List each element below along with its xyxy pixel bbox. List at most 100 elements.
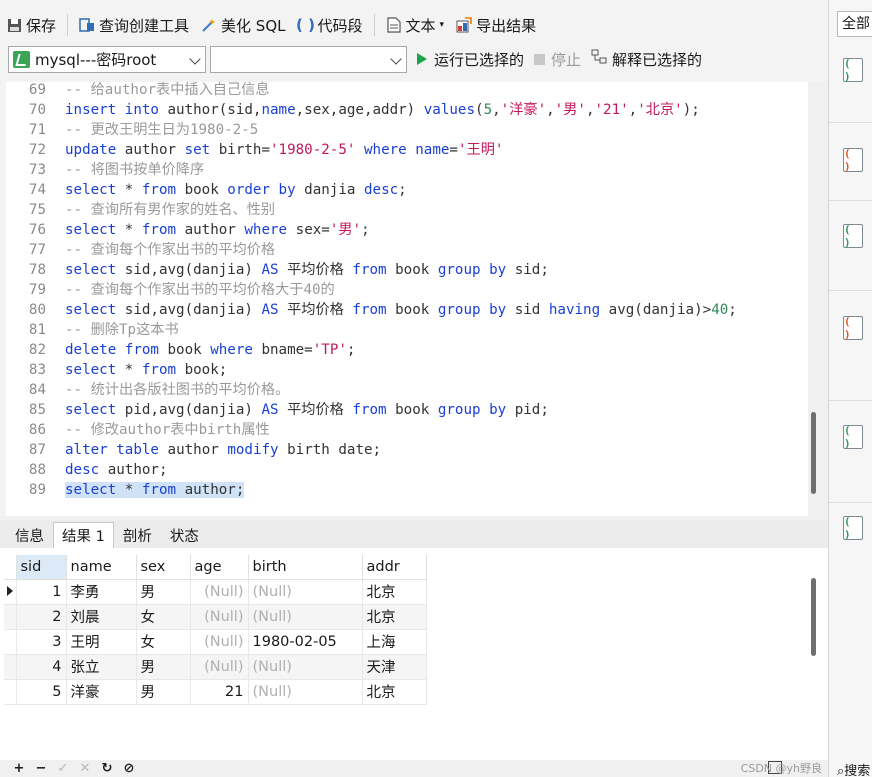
result-tab[interactable]: 剖析: [114, 522, 161, 548]
snippet-divider: [829, 122, 872, 123]
stop-button[interactable]: 停止: [534, 49, 581, 70]
result-tab[interactable]: 状态: [161, 522, 208, 548]
column-header[interactable]: sid: [16, 555, 67, 580]
run-selected-button[interactable]: 运行已选择的: [417, 49, 524, 70]
table-row[interactable]: 5 洋豪男 21 (Null) 北京: [4, 679, 427, 705]
grid-cell[interactable]: 男: [136, 579, 191, 605]
result-tab[interactable]: 结果 1: [53, 522, 114, 548]
grid-cell[interactable]: 5: [16, 679, 67, 705]
code-line[interactable]: 71 -- 更改王明生日为1980-2-5: [6, 120, 258, 140]
table-row[interactable]: 1 李勇男 (Null) (Null) 北京: [4, 579, 427, 605]
column-header[interactable]: birth: [248, 555, 363, 580]
export-result-button[interactable]: 导出结果: [450, 11, 542, 39]
code-line[interactable]: 74 select * from book order by danjia des…: [6, 180, 407, 200]
grid-cell[interactable]: (Null): [248, 679, 363, 705]
code-line[interactable]: 89 select * from author;: [6, 480, 245, 500]
snippet-search[interactable]: ⌕搜索: [837, 760, 870, 777]
column-header[interactable]: sex: [136, 555, 191, 580]
code-line[interactable]: 75 -- 查询所有男作家的姓名、性别: [6, 200, 275, 220]
editor-scrollbar[interactable]: [811, 412, 816, 494]
save-button[interactable]: 保存: [0, 11, 62, 39]
grid-cell[interactable]: 张立: [66, 654, 137, 680]
connection-select[interactable]: mysql---密码root: [8, 45, 206, 73]
code-line[interactable]: 87 alter table author modify birth date;: [6, 440, 381, 460]
grid-cell[interactable]: 3: [16, 629, 67, 655]
code-line[interactable]: 69 -- 给author表中插入自己信息: [6, 80, 270, 100]
line-number: 74: [28, 182, 46, 198]
grid-cell[interactable]: 4: [16, 654, 67, 680]
beautify-sql-button[interactable]: 美化 SQL: [195, 11, 291, 39]
grid-cell[interactable]: 男: [136, 679, 191, 705]
code-token: ,: [585, 102, 595, 118]
code-line[interactable]: 79 -- 查询每个作家出书的平均价格大于40的: [6, 280, 335, 300]
table-row[interactable]: 2 刘晨女 (Null) (Null) 北京: [4, 604, 427, 630]
code-line[interactable]: 80 select sid,avg(danjia) AS 平均价格 from bo…: [6, 300, 737, 320]
code-line[interactable]: 84 -- 统计出各版社图书的平均价格。: [6, 380, 289, 400]
code-line[interactable]: 85 select pid,avg(danjia) AS 平均价格 from bo…: [6, 400, 549, 420]
grid-cell[interactable]: 1: [16, 579, 67, 605]
grid-cell[interactable]: 男: [136, 654, 191, 680]
grid-cell[interactable]: 女: [136, 629, 191, 655]
grid-cell[interactable]: 天津: [362, 654, 427, 680]
grid-cell[interactable]: 洋豪: [66, 679, 137, 705]
grid-cell[interactable]: (Null): [190, 579, 249, 605]
apply-changes-button[interactable]: ✓: [52, 761, 74, 776]
code-line[interactable]: 81 -- 删除Tp这本书: [6, 320, 179, 340]
grid-cell[interactable]: 刘晨: [66, 604, 137, 630]
snippet-icon[interactable]: ( ): [843, 424, 863, 450]
code-token: ;: [346, 342, 356, 358]
grid-cell[interactable]: 1980-02-05: [248, 629, 363, 655]
grid-cell[interactable]: (Null): [248, 579, 363, 605]
code-line[interactable]: 88 desc author;: [6, 460, 168, 480]
text-menu-button[interactable]: 文本 ▾: [380, 11, 451, 39]
snippet-icon[interactable]: ( ): [843, 515, 863, 541]
grid-cell[interactable]: 北京: [362, 579, 427, 605]
column-header[interactable]: age: [190, 555, 249, 580]
stop-query-button[interactable]: ⊘: [118, 761, 140, 776]
code-line[interactable]: 78 select sid,avg(danjia) AS 平均价格 from bo…: [6, 260, 549, 280]
discard-changes-button[interactable]: ✕: [74, 761, 96, 776]
code-line[interactable]: 86 -- 修改author表中birth属性: [6, 420, 270, 440]
grid-cell[interactable]: 上海: [362, 629, 427, 655]
add-record-button[interactable]: +: [8, 761, 30, 776]
snippet-icon[interactable]: ( ): [843, 147, 863, 173]
column-header[interactable]: addr: [362, 555, 427, 580]
code-line[interactable]: 77 -- 查询每个作家出书的平均价格: [6, 240, 275, 260]
table-row[interactable]: 4 张立男 (Null) (Null) 天津: [4, 654, 427, 680]
grid-cell[interactable]: (Null): [248, 604, 363, 630]
column-header[interactable]: name: [66, 555, 137, 580]
snippet-filter-select[interactable]: 全部: [837, 11, 872, 37]
snippet-icon[interactable]: ( ): [843, 57, 863, 83]
code-token: author: [158, 442, 228, 458]
result-tab[interactable]: 信息: [6, 522, 53, 548]
code-snippet-button[interactable]: ( ) 代码段: [292, 11, 369, 39]
refresh-button[interactable]: ↻: [96, 761, 118, 776]
code-line[interactable]: 72 update author set birth='1980-2-5' whe…: [6, 140, 504, 160]
grid-cell[interactable]: 2: [16, 604, 67, 630]
grid-cell[interactable]: 北京: [362, 604, 427, 630]
code-line[interactable]: 82 delete from book where bname='TP';: [6, 340, 356, 360]
grid-cell[interactable]: (Null): [248, 654, 363, 680]
snippet-icon[interactable]: ( ): [843, 315, 863, 341]
query-builder-button[interactable]: 查询创建工具: [73, 11, 195, 39]
grid-cell[interactable]: (Null): [190, 604, 249, 630]
database-select[interactable]: [210, 45, 407, 73]
grid-scrollbar[interactable]: [811, 578, 816, 656]
code-line[interactable]: 73 -- 将图书按单价降序: [6, 160, 204, 180]
table-row[interactable]: 3 王明女 (Null) 1980-02-05 上海: [4, 629, 427, 655]
grid-cell[interactable]: 北京: [362, 679, 427, 705]
sql-editor[interactable]: 69 -- 给author表中插入自己信息 70 insert into author…: [0, 80, 816, 516]
grid-cell[interactable]: (Null): [190, 654, 249, 680]
code-line[interactable]: 83 select * from book;: [6, 360, 227, 380]
snippet-icon[interactable]: ( ): [843, 223, 863, 249]
delete-record-button[interactable]: −: [30, 761, 52, 776]
grid-cell[interactable]: 21: [190, 679, 249, 705]
grid-cell[interactable]: 李勇: [66, 579, 137, 605]
explain-selected-button[interactable]: 解释已选择的: [591, 49, 702, 70]
grid-cell[interactable]: 女: [136, 604, 191, 630]
grid-cell[interactable]: (Null): [190, 629, 249, 655]
code-line[interactable]: 76 select * from author where sex='男';: [6, 220, 370, 240]
code-line[interactable]: 70 insert into author(sid,name,sex,age,ad…: [6, 100, 700, 120]
grid-cell[interactable]: 王明: [66, 629, 137, 655]
